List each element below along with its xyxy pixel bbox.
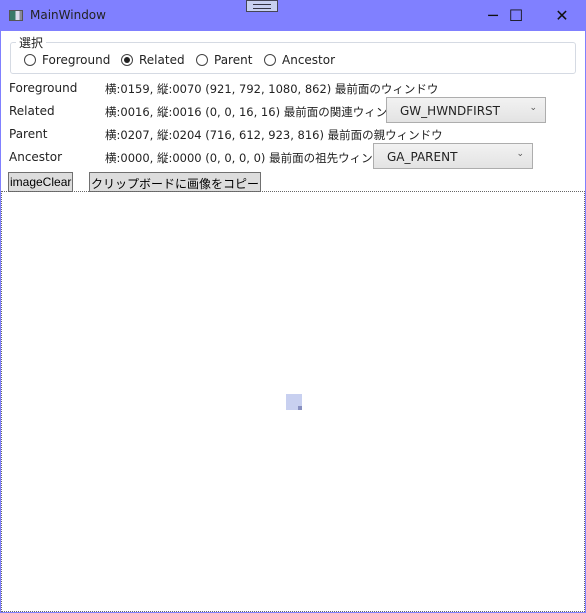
copy-to-clipboard-button[interactable]: クリップボードに画像をコピー <box>89 172 262 192</box>
ancestor-label: Ancestor <box>9 150 63 164</box>
combo-value: GA_PARENT <box>387 150 458 164</box>
maximize-button[interactable]: ☐ <box>493 0 539 31</box>
captured-image <box>286 394 302 410</box>
chevron-down-icon: ⌄ <box>516 149 524 159</box>
radio-foreground[interactable]: Foreground <box>24 53 110 67</box>
related-combo[interactable]: GW_HWNDFIRST ⌄ <box>386 97 546 123</box>
image-canvas <box>1 191 585 612</box>
ancestor-combo[interactable]: GA_PARENT ⌄ <box>373 143 533 169</box>
related-label: Related <box>9 104 55 118</box>
radio-ancestor[interactable]: Ancestor <box>264 53 335 67</box>
title-bar[interactable]: MainWindow ─ ☐ ✕ <box>0 0 586 31</box>
window-title: MainWindow <box>30 8 106 22</box>
image-clear-button[interactable]: imageClear <box>8 172 74 192</box>
ancestor-info: 横:0000, 縦:0000 (0, 0, 0, 0) 最前面の祖先ウィンドウ <box>105 151 396 165</box>
radio-label: Parent <box>214 53 253 67</box>
combo-value: GW_HWNDFIRST <box>400 104 500 118</box>
radio-label: Ancestor <box>282 53 336 67</box>
radio-label: Related <box>139 53 185 67</box>
drag-handle[interactable] <box>246 0 278 12</box>
radio-parent[interactable]: Parent <box>196 53 252 67</box>
related-info: 横:0016, 縦:0016 (0, 0, 16, 16) 最前面の関連ウィンド… <box>105 105 411 119</box>
radio-circle[interactable] <box>121 54 133 66</box>
foreground-info: 横:0159, 縦:0070 (921, 792, 1080, 862) 最前面… <box>105 82 439 96</box>
group-label: 選択 <box>16 34 47 51</box>
close-button[interactable]: ✕ <box>539 0 585 31</box>
parent-info: 横:0207, 縦:0204 (716, 612, 923, 816) 最前面の… <box>105 128 443 142</box>
radio-circle[interactable] <box>196 54 208 66</box>
radio-circle[interactable] <box>24 54 36 66</box>
client-area: 選択 Foreground Related Parent Ancestor Fo… <box>1 31 585 612</box>
foreground-label: Foreground <box>9 81 78 95</box>
radio-label: Foreground <box>42 53 111 67</box>
radio-circle[interactable] <box>264 54 276 66</box>
parent-label: Parent <box>9 127 48 141</box>
radio-related[interactable]: Related <box>121 53 185 67</box>
chevron-down-icon: ⌄ <box>529 103 537 113</box>
app-icon <box>9 10 23 21</box>
